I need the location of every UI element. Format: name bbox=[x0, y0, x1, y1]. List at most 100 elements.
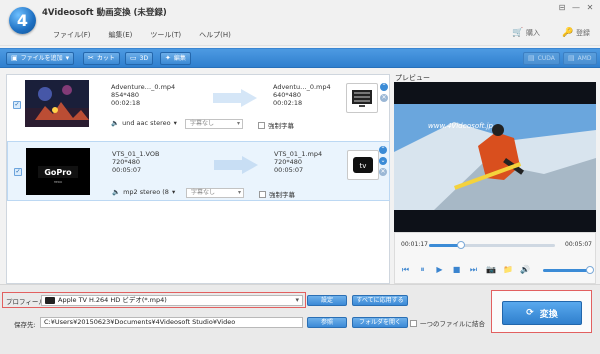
checkbox-box bbox=[258, 121, 265, 129]
cut-button[interactable]: ✂ カット bbox=[83, 52, 120, 65]
current-time: 00:01:17 bbox=[401, 241, 428, 248]
destination-path-input[interactable]: C:¥Users¥20150623¥Documents¥4Videosoft S… bbox=[40, 317, 303, 328]
add-file-button[interactable]: ▣ ファイルを追加 ▾ bbox=[6, 52, 75, 65]
move-down-icon[interactable]: ⌄ bbox=[379, 157, 387, 165]
output-duration: 00:05:07 bbox=[274, 166, 304, 174]
output-info: Adventu…_0.mp4 640*480 00:02:18 bbox=[273, 83, 331, 107]
source-filename: VTS_01_1.VOB bbox=[112, 150, 160, 158]
thumbnail-image: GoPro HERO bbox=[26, 148, 90, 195]
output-device-button[interactable] bbox=[346, 83, 378, 113]
apply-all-button[interactable]: すべてに応用する bbox=[352, 295, 408, 306]
amd-icon: ▤ bbox=[568, 54, 575, 62]
row-checkbox[interactable]: ✓ bbox=[14, 168, 22, 176]
audio-track-label: mp2 stereo (8 bbox=[123, 188, 169, 196]
menu-edit[interactable]: 編集(E) bbox=[109, 30, 133, 40]
snapshot-icon[interactable]: 📷 bbox=[486, 265, 496, 274]
restore-button[interactable]: ⊟ bbox=[556, 2, 568, 14]
menu-file[interactable]: ファイル(F) bbox=[53, 30, 91, 40]
convert-button[interactable]: ⟳ 変換 bbox=[502, 301, 582, 325]
menu-tools[interactable]: ツール(T) bbox=[150, 30, 181, 40]
folder-icon[interactable]: 📁 bbox=[503, 265, 513, 274]
subtitle-dropdown[interactable]: 字幕なし bbox=[185, 119, 243, 129]
merge-label: 一つのファイルに結合 bbox=[420, 320, 485, 328]
profile-dropdown[interactable]: Apple TV H.264 HD ビデオ(*.mp4) bbox=[41, 295, 303, 306]
total-time: 00:05:07 bbox=[565, 241, 592, 248]
scissors-icon: ✂ bbox=[88, 54, 94, 62]
destination-label: 保存先: bbox=[14, 321, 36, 329]
progress-handle[interactable] bbox=[456, 241, 465, 249]
chevron-down-icon: ▾ bbox=[171, 188, 176, 196]
play-icon[interactable]: ▶ bbox=[435, 265, 444, 274]
app-logo: 4 bbox=[9, 7, 36, 34]
move-up-icon[interactable]: ⌃ bbox=[380, 83, 388, 91]
amd-label: AMD bbox=[577, 55, 592, 62]
remove-icon[interactable]: ✕ bbox=[380, 94, 388, 102]
remove-icon[interactable]: ✕ bbox=[379, 168, 387, 176]
merge-checkbox[interactable]: 一つのファイルに結合 bbox=[410, 318, 485, 328]
output-filename: VTS_01_1.mp4 bbox=[274, 150, 323, 158]
browse-button[interactable]: 参照 bbox=[307, 317, 347, 328]
3d-label: 3D bbox=[139, 55, 149, 62]
move-up-icon[interactable]: ⌃ bbox=[379, 146, 387, 154]
volume-icon[interactable]: 🔊 bbox=[520, 265, 530, 274]
menu-help[interactable]: ヘルプ(H) bbox=[199, 30, 231, 40]
output-duration: 00:02:18 bbox=[273, 99, 303, 107]
convert-area: ⟳ 変換 bbox=[491, 290, 592, 333]
playback-buttons: ⏮ ⏸ ▶ ■ ⏭ 📷 📁 🔊 bbox=[401, 265, 530, 274]
open-folder-button[interactable]: フォルダを開く bbox=[352, 317, 408, 328]
speaker-icon: 🔈 bbox=[111, 119, 120, 127]
edit-button[interactable]: ✦ 編集 bbox=[160, 52, 191, 65]
forced-subtitle-label: 強制字幕 bbox=[269, 191, 295, 199]
volume-handle[interactable] bbox=[586, 266, 594, 274]
buy-button[interactable]: 🛒 購入 bbox=[512, 28, 540, 38]
edit-label: 編集 bbox=[173, 55, 186, 62]
key-icon: 🔑 bbox=[562, 28, 574, 38]
add-file-icon: ▣ bbox=[11, 54, 18, 62]
convert-arrow-icon bbox=[214, 156, 258, 174]
source-duration: 00:05:07 bbox=[112, 166, 142, 174]
output-device-button[interactable]: tv bbox=[347, 150, 379, 180]
forced-subtitle-checkbox[interactable]: 強制字幕 bbox=[259, 189, 295, 199]
audio-track[interactable]: 🔈 mp2 stereo (8 ▾ bbox=[112, 188, 175, 196]
pause-icon[interactable]: ⏸ bbox=[418, 265, 427, 274]
app-title: 4Videosoft 動画変換 (未登録) bbox=[42, 8, 167, 18]
settings-button[interactable]: 設定 bbox=[307, 295, 347, 306]
minimize-button[interactable]: — bbox=[570, 2, 582, 14]
svg-text:GoPro: GoPro bbox=[44, 168, 72, 177]
window-controls: ⊟ — ✕ bbox=[556, 2, 596, 14]
player-controls: 00:01:17 00:05:07 ⏮ ⏸ ▶ ■ ⏭ 📷 📁 🔊 bbox=[394, 232, 596, 284]
subtitle-dropdown[interactable]: 字幕なし bbox=[186, 188, 244, 198]
row-controls: ⌃ ⌄ ✕ bbox=[379, 146, 387, 176]
source-info: VTS_01_1.VOB 720*480 00:05:07 bbox=[112, 150, 159, 174]
thumbnail-image bbox=[25, 80, 89, 127]
skip-forward-icon[interactable]: ⏭ bbox=[469, 265, 478, 274]
file-row[interactable]: ✓ GoPro HERO VTS_01_1.VOB 720*480 00:05:… bbox=[7, 141, 390, 201]
row-checkbox[interactable]: ✓ bbox=[13, 101, 21, 109]
toolbar: ▣ ファイルを追加 ▾ ✂ カット ▭ 3D ✦ 編集 ▤ CUDA ▤ AMD bbox=[0, 48, 600, 68]
convert-arrow-icon bbox=[213, 89, 257, 107]
row-controls: ⌃ ✕ bbox=[380, 83, 388, 102]
stop-icon[interactable]: ■ bbox=[452, 265, 461, 274]
cuda-button[interactable]: ▤ CUDA bbox=[523, 52, 560, 65]
volume-slider[interactable] bbox=[543, 266, 594, 274]
audio-track[interactable]: 🔈 und aac stereo ▾ bbox=[111, 119, 177, 127]
preview-image bbox=[394, 82, 596, 232]
profile-value: Apple TV H.264 HD ビデオ(*.mp4) bbox=[58, 296, 167, 304]
close-button[interactable]: ✕ bbox=[584, 2, 596, 14]
preview-watermark: www.4Videosoft.jp bbox=[428, 122, 493, 130]
buy-label: 購入 bbox=[526, 29, 540, 37]
cuda-icon: ▤ bbox=[528, 54, 535, 62]
file-row[interactable]: ✓ Adventure…_0.mp4 854*480 00:02:18 Adve… bbox=[7, 77, 390, 131]
progress-slider[interactable] bbox=[429, 241, 555, 249]
chevron-down-icon: ▾ bbox=[65, 54, 70, 62]
cut-label: カット bbox=[96, 55, 115, 62]
3d-button[interactable]: ▭ 3D bbox=[125, 52, 154, 65]
output-resolution: 640*480 bbox=[273, 91, 302, 99]
chevron-down-icon: ▾ bbox=[173, 119, 177, 127]
forced-subtitle-checkbox[interactable]: 強制字幕 bbox=[258, 120, 294, 130]
amd-button[interactable]: ▤ AMD bbox=[563, 52, 597, 65]
title-bar: 4 4Videosoft 動画変換 (未登録) ⊟ — ✕ ファイル(F) 編集… bbox=[0, 0, 600, 46]
skip-back-icon[interactable]: ⏮ bbox=[401, 265, 410, 274]
register-button[interactable]: 🔑 登録 bbox=[562, 28, 590, 38]
convert-label: 変換 bbox=[539, 309, 558, 320]
